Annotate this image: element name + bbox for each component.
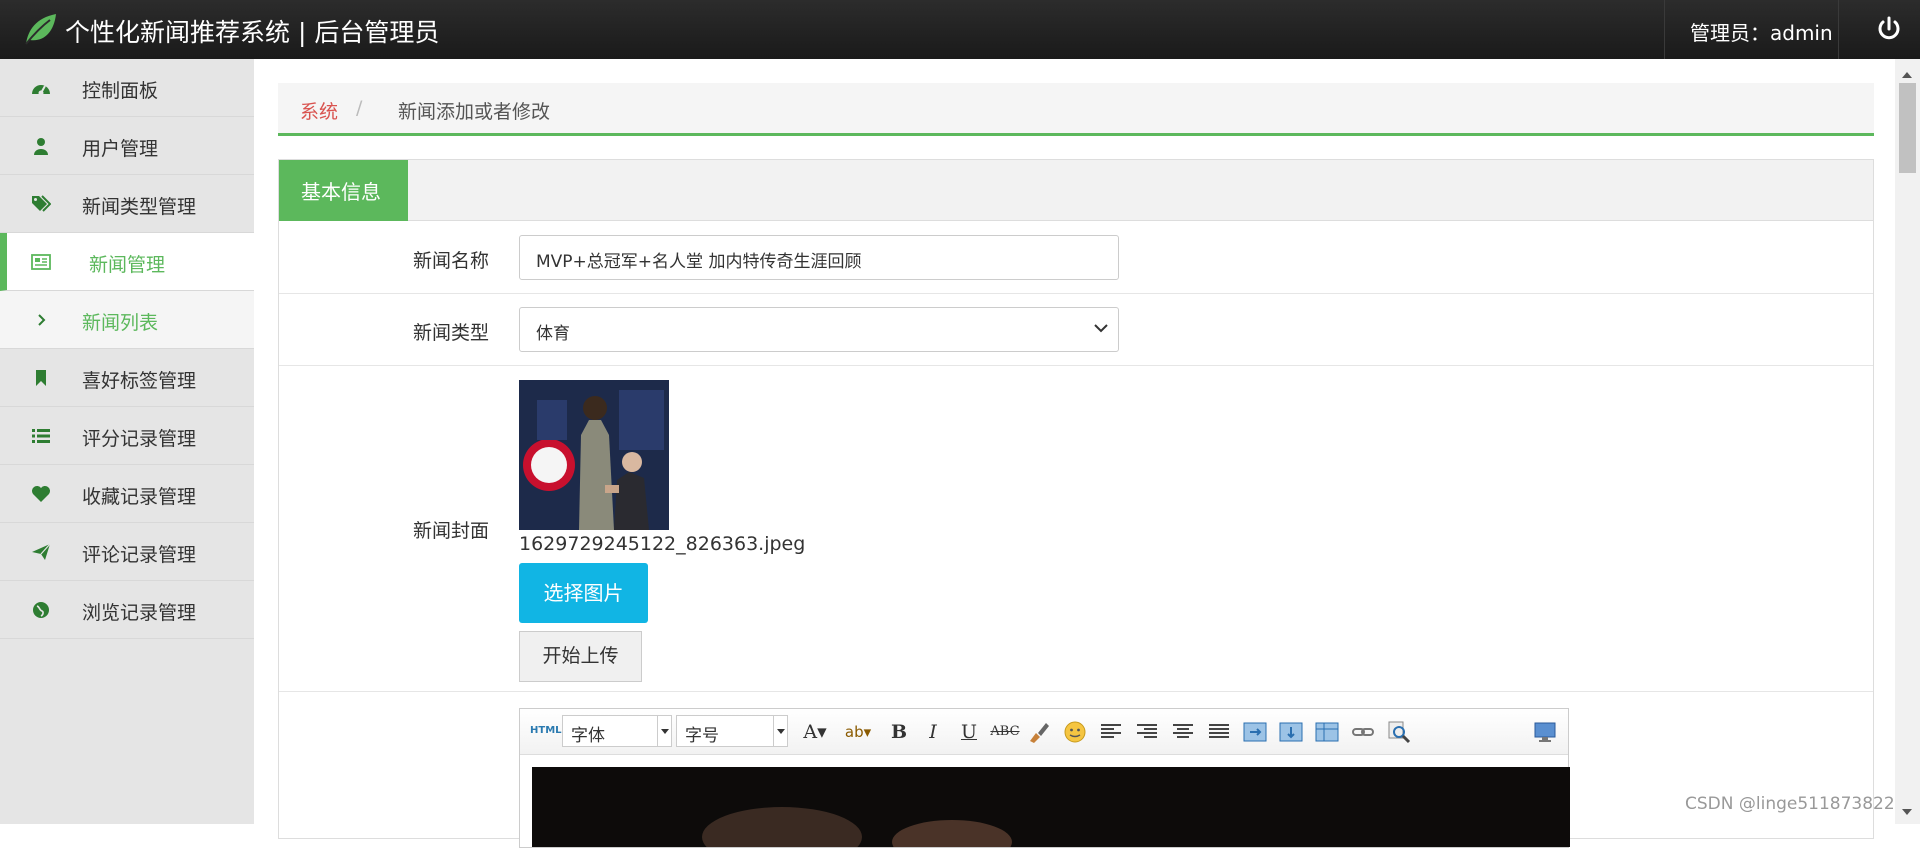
scroll-down-arrow-icon[interactable] <box>1902 809 1912 820</box>
power-icon[interactable] <box>1876 16 1902 42</box>
sidebar-item-label: 用户管理 <box>82 138 159 160</box>
form-panel: 基本信息 新闻名称 MVP+总冠军+名人堂 加内特传奇生涯回顾 新闻类型 体育 … <box>278 159 1874 851</box>
sidebar-item-dashboard[interactable]: 控制面板 <box>0 59 254 117</box>
sidebar-item-browse-history[interactable]: 浏览记录管理 <box>0 581 254 639</box>
top-bar: 个性化新闻推荐系统 | 后台管理员 管理员：admin <box>0 0 1920 59</box>
tags-icon <box>32 195 51 212</box>
chevron-down-icon <box>1094 324 1108 333</box>
cover-filename: 1629729245122_826363.jpeg <box>519 533 806 555</box>
preview-magnifier-icon[interactable] <box>1386 719 1412 745</box>
sidebar-item-news-types[interactable]: 新闻类型管理 <box>0 175 254 233</box>
fullscreen-monitor-icon[interactable] <box>1532 719 1558 745</box>
align-justify-icon[interactable] <box>1206 719 1232 745</box>
sidebar-item-label: 收藏记录管理 <box>82 486 197 508</box>
italic-icon[interactable]: I <box>920 719 946 745</box>
breadcrumb: 系统 / 新闻添加或者修改 <box>278 83 1874 136</box>
sidebar-item-label: 喜好标签管理 <box>82 370 197 392</box>
bookmark-icon <box>36 370 46 386</box>
font-family-combo-label: 字体 <box>571 726 605 746</box>
news-cover-row: 新闻封面 1629729245122_826363.jpeg 选择图片 开始上传 <box>279 366 1873 692</box>
dashboard-icon <box>32 85 50 96</box>
news-type-label: 新闻类型 <box>412 322 489 344</box>
app-title: 个性化新闻推荐系统 | 后台管理员 <box>65 18 440 47</box>
font-color-icon[interactable]: A▾ <box>798 719 832 745</box>
html-source-button[interactable]: HTML <box>530 725 562 736</box>
sidebar-item-label: 控制面板 <box>82 80 159 102</box>
sidebar-item-comments[interactable]: 评论记录管理 <box>0 523 254 581</box>
panel-header: 基本信息 <box>279 160 1873 221</box>
news-cover-label: 新闻封面 <box>412 520 489 542</box>
strikethrough-icon[interactable]: ABC <box>990 719 1020 745</box>
list-icon <box>32 429 50 443</box>
news-name-row: 新闻名称 MVP+总冠军+名人堂 加内特传奇生涯回顾 <box>279 222 1873 294</box>
sidebar-item-users[interactable]: 用户管理 <box>0 117 254 175</box>
sidebar-item-preference-tags[interactable]: 喜好标签管理 <box>0 349 254 407</box>
link-icon[interactable] <box>1350 719 1376 745</box>
chevron-right-icon <box>38 314 46 326</box>
news-name-input[interactable]: MVP+总冠军+名人堂 加内特传奇生涯回顾 <box>519 235 1119 280</box>
leaf-logo-icon <box>25 14 56 45</box>
admin-menu[interactable]: 管理员：admin <box>1664 0 1839 59</box>
page-scrollbar[interactable] <box>1895 59 1920 824</box>
heart-icon <box>32 486 50 502</box>
tab-basic-info[interactable]: 基本信息 <box>279 160 408 221</box>
news-content-row: HTML 字体 字号 A▾ ab▾ B I U ABC <box>279 692 1873 851</box>
insert-below-icon[interactable] <box>1278 719 1304 745</box>
news-type-value: 体育 <box>536 324 570 344</box>
highlight-color-icon[interactable]: ab▾ <box>838 719 878 745</box>
user-icon <box>34 138 48 155</box>
sidebar-item-news[interactable]: 新闻管理 <box>0 233 254 291</box>
sidebar-item-favorites[interactable]: 收藏记录管理 <box>0 465 254 523</box>
editor-content-image[interactable] <box>532 767 1570 851</box>
align-left-icon[interactable] <box>1098 719 1124 745</box>
main-content: 系统 / 新闻添加或者修改 基本信息 新闻名称 MVP+总冠军+名人堂 加内特传… <box>254 59 1894 851</box>
choose-image-button[interactable]: 选择图片 <box>519 563 648 623</box>
start-upload-button[interactable]: 开始上传 <box>519 631 642 682</box>
font-size-combo[interactable]: 字号 <box>676 715 788 747</box>
rich-text-editor[interactable]: HTML 字体 字号 A▾ ab▾ B I U ABC <box>519 708 1570 851</box>
align-right-icon[interactable] <box>1134 719 1160 745</box>
emoticon-icon[interactable] <box>1062 719 1088 745</box>
align-center-icon[interactable] <box>1170 719 1196 745</box>
editor-embedded-photo <box>532 767 1570 851</box>
sidebar: 控制面板 用户管理 新闻类型管理 新闻管理 新闻列表 喜好标签管理 评分记录管理… <box>0 59 254 824</box>
cover-image-thumbnail <box>519 380 669 530</box>
font-size-combo-label: 字号 <box>685 726 719 746</box>
admin-label: 管理员：admin <box>1690 21 1833 45</box>
breadcrumb-separator: / <box>356 97 363 119</box>
editor-toolbar: HTML 字体 字号 A▾ ab▾ B I U ABC <box>520 709 1568 755</box>
insert-table-icon[interactable] <box>1314 719 1340 745</box>
sidebar-item-label: 新闻类型管理 <box>82 196 197 218</box>
newspaper-icon <box>31 254 51 270</box>
news-type-select[interactable]: 体育 <box>519 307 1119 352</box>
news-name-label: 新闻名称 <box>412 250 489 272</box>
font-family-combo[interactable]: 字体 <box>562 715 672 747</box>
sidebar-item-label: 评分记录管理 <box>82 428 197 450</box>
scroll-up-arrow-icon[interactable] <box>1902 67 1912 78</box>
sidebar-item-label: 新闻列表 <box>82 312 159 334</box>
breadcrumb-root-link[interactable]: 系统 <box>300 97 338 124</box>
insert-block-icon[interactable] <box>1242 719 1268 745</box>
sidebar-item-label: 浏览记录管理 <box>82 602 197 624</box>
breadcrumb-current: 新闻添加或者修改 <box>398 101 551 123</box>
send-icon <box>32 543 51 560</box>
sidebar-item-ratings[interactable]: 评分记录管理 <box>0 407 254 465</box>
scroll-thumb[interactable] <box>1899 83 1916 173</box>
globe-icon <box>33 602 49 618</box>
clear-format-brush-icon[interactable] <box>1026 719 1052 745</box>
sidebar-item-label: 新闻管理 <box>89 254 166 276</box>
bold-icon[interactable]: B <box>886 719 912 745</box>
underline-icon[interactable]: U <box>956 719 982 745</box>
csdn-watermark: CSDN @linge511873822 <box>1685 794 1895 814</box>
news-type-row: 新闻类型 体育 <box>279 294 1873 366</box>
sidebar-item-label: 评论记录管理 <box>82 544 197 566</box>
sidebar-item-news-list[interactable]: 新闻列表 <box>0 291 254 349</box>
